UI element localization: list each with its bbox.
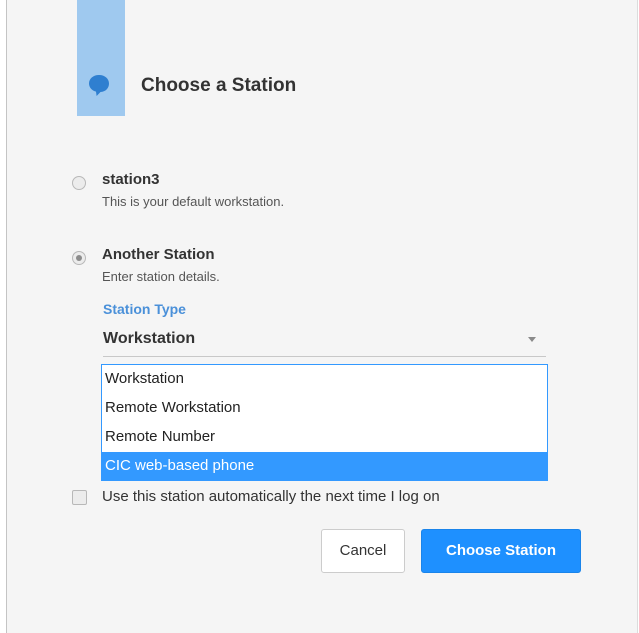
auto-use-checkbox[interactable] [72, 490, 87, 505]
another-station-description: Enter station details. [102, 269, 220, 284]
dialog-title: Choose a Station [141, 75, 297, 96]
chat-bubble-icon [89, 75, 109, 96]
station-type-dropdown[interactable]: Workstation Remote Workstation Remote Nu… [101, 364, 548, 481]
dropdown-option-cic-web-phone[interactable]: CIC web-based phone [102, 452, 547, 480]
cancel-button[interactable]: Cancel [321, 529, 405, 573]
station-type-select[interactable]: Workstation [103, 323, 546, 357]
station3-description: This is your default workstation. [102, 194, 285, 209]
auto-use-label[interactable]: Use this station automatically the next … [102, 488, 440, 505]
header-accent-bar [77, 0, 125, 116]
another-station-radio[interactable] [72, 251, 86, 265]
dropdown-option-remote-number[interactable]: Remote Number [102, 423, 547, 451]
chevron-down-icon[interactable] [528, 337, 536, 342]
station3-radio[interactable] [72, 176, 86, 190]
station3-title[interactable]: station3 [102, 171, 160, 188]
station-type-value: Workstation [103, 330, 196, 347]
dropdown-option-workstation[interactable]: Workstation [102, 365, 547, 393]
choose-station-button[interactable]: Choose Station [421, 529, 581, 573]
dropdown-option-remote-workstation[interactable]: Remote Workstation [102, 394, 547, 422]
station-type-label: Station Type [103, 301, 186, 317]
another-station-title[interactable]: Another Station [102, 246, 215, 263]
